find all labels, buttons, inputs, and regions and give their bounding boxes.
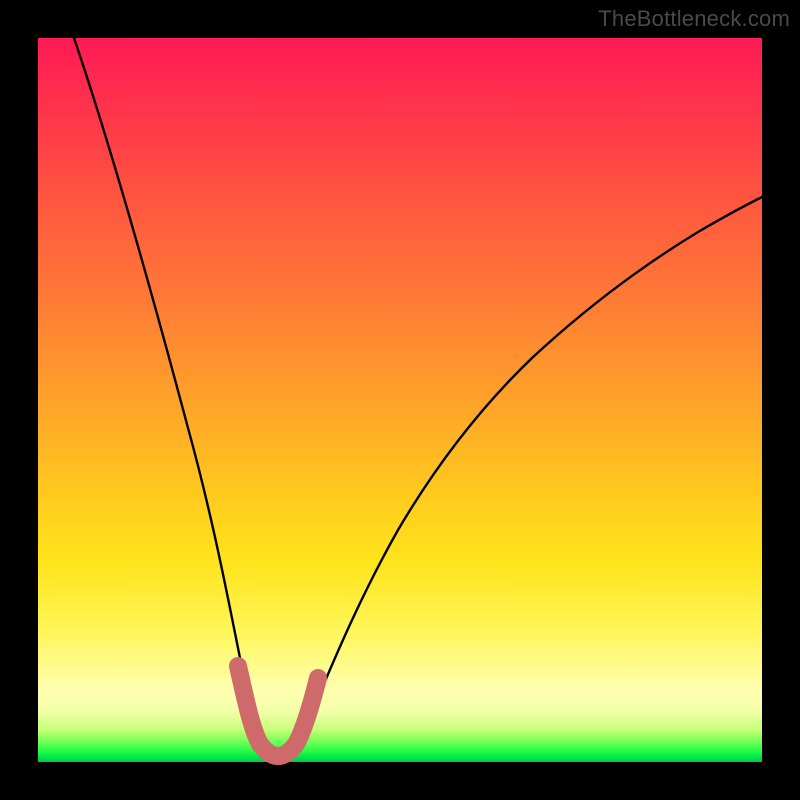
chart-frame: TheBottleneck.com: [0, 0, 800, 800]
chart-svg: [38, 38, 762, 762]
highlight-region: [238, 666, 318, 756]
plot-area: [38, 38, 762, 762]
bottleneck-curve: [74, 38, 762, 755]
watermark-text: TheBottleneck.com: [598, 6, 790, 32]
